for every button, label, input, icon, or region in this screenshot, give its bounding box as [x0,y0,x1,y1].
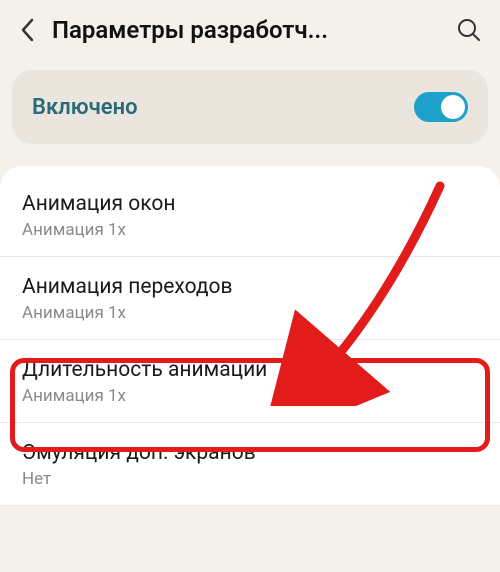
master-toggle-label: Включено [32,95,138,120]
page-title: Параметры разработч... [52,16,442,44]
item-sub: Анимация 1x [22,220,478,240]
toggle-knob [441,95,465,119]
item-sub: Нет [22,469,478,489]
list-item-simulate-secondary-displays[interactable]: Эмуляция доп. экранов Нет [0,423,500,506]
item-title: Анимация переходов [22,275,478,299]
list-item-animation-duration[interactable]: Длительность анимации Анимация 1x [0,340,500,423]
toggle-switch[interactable] [414,92,468,122]
settings-list: Анимация окон Анимация 1x Анимация перех… [0,166,500,506]
list-item-window-animation[interactable]: Анимация окон Анимация 1x [0,174,500,257]
list-item-transition-animation[interactable]: Анимация переходов Анимация 1x [0,257,500,340]
item-title: Длительность анимации [22,358,478,382]
item-sub: Анимация 1x [22,386,478,406]
back-icon[interactable] [18,16,38,44]
search-icon[interactable] [456,17,482,43]
master-toggle-row[interactable]: Включено [12,70,488,144]
item-title: Эмуляция доп. экранов [22,441,478,465]
item-sub: Анимация 1x [22,303,478,323]
item-title: Анимация окон [22,192,478,216]
header: Параметры разработч... [0,0,500,60]
